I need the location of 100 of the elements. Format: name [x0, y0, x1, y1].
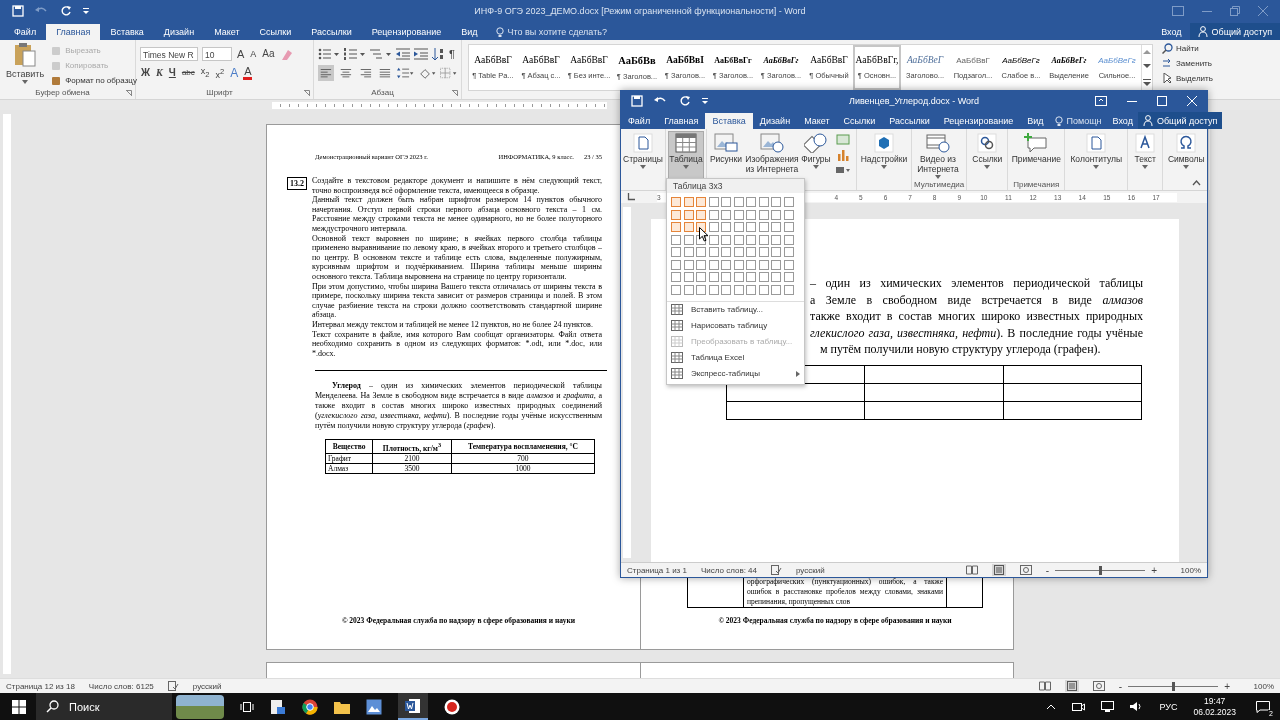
editing-button[interactable]: Выделить	[1161, 72, 1214, 85]
table-grid-cell[interactable]	[758, 234, 769, 245]
table-grid-cell[interactable]	[783, 272, 794, 282]
table-grid-cell[interactable]	[771, 234, 781, 245]
table-grid-cell[interactable]	[671, 234, 681, 245]
line-spacing-icon[interactable]	[397, 67, 415, 79]
read-mode-icon[interactable]	[965, 565, 978, 575]
proofing-icon[interactable]	[771, 565, 782, 575]
chevron-up-icon[interactable]	[1046, 703, 1057, 710]
font-button[interactable]: A	[243, 66, 253, 80]
table-grid-cell[interactable]	[708, 209, 719, 220]
share-button[interactable]: Общий доступ	[1189, 23, 1280, 40]
font-button[interactable]: A	[236, 47, 246, 61]
table-grid-cell[interactable]	[758, 222, 769, 232]
table-grid-cell[interactable]	[721, 259, 731, 270]
table-grid-cell[interactable]	[671, 259, 681, 270]
customize-caret-icon[interactable]	[701, 97, 709, 105]
ribbon-tab[interactable]: Ссылки	[836, 113, 883, 129]
ribbon-tab[interactable]: Дизайн	[752, 113, 798, 129]
menu-item[interactable]: Вставить таблицу...	[667, 301, 804, 318]
sign-in-link[interactable]: Вход	[1153, 24, 1190, 40]
tell-me-field[interactable]: Помощн	[1050, 113, 1108, 129]
table-grid-cell[interactable]	[696, 247, 706, 257]
table-grid-cell[interactable]	[783, 259, 794, 270]
ribbon-tab[interactable]: Вид	[451, 24, 488, 40]
font-button[interactable]: Ж	[140, 66, 152, 80]
ribbon-tab[interactable]: Дизайн	[153, 24, 205, 40]
ribbon-tab[interactable]: Макет	[797, 113, 837, 129]
table-grid-cell[interactable]	[696, 209, 706, 220]
table-grid-cell[interactable]	[683, 222, 694, 232]
clipboard-button[interactable]: Формат по образцу	[50, 74, 138, 87]
shading-icon[interactable]	[418, 66, 436, 80]
dialog-launcher-icon[interactable]	[452, 90, 458, 96]
table-grid-cell[interactable]	[721, 234, 731, 245]
maximize-icon[interactable]	[1157, 96, 1167, 106]
zoom-out-button[interactable]: -	[1045, 564, 1050, 576]
customize-caret-icon[interactable]	[82, 7, 90, 15]
table-grid-cell[interactable]	[733, 197, 744, 207]
font-button[interactable]: A	[229, 66, 240, 80]
table-grid-cell[interactable]	[746, 284, 756, 295]
ribbon-button[interactable]: Ссылки	[969, 131, 1006, 190]
word-count[interactable]: Число слов: 6125	[88, 681, 154, 691]
sign-in-link[interactable]: Вход	[1107, 113, 1138, 129]
table-grid-cell[interactable]	[771, 247, 781, 257]
table-grid-cell[interactable]	[708, 222, 719, 232]
restore-icon[interactable]	[1230, 6, 1240, 16]
table-grid-cell[interactable]	[683, 272, 694, 282]
network-icon[interactable]	[1101, 701, 1115, 712]
font-button[interactable]: Ч	[167, 66, 177, 80]
font-button[interactable]: A	[249, 47, 258, 61]
more-icon[interactable]	[1143, 77, 1151, 86]
table-grid-cell[interactable]	[771, 272, 781, 282]
web-layout-icon[interactable]	[1019, 565, 1032, 575]
table-grid-cell[interactable]	[683, 284, 694, 295]
ribbon-button[interactable]: Фигуры	[801, 131, 831, 190]
increase-indent-icon[interactable]	[414, 48, 428, 60]
ribbon-tab[interactable]: Рассылки	[882, 113, 937, 129]
table-grid-cell[interactable]	[746, 234, 756, 245]
windows-start-icon[interactable]	[12, 699, 26, 714]
ribbon-tab[interactable]: Макет	[204, 24, 250, 40]
table-grid-cell[interactable]	[783, 284, 794, 295]
language-indicator[interactable]: русский	[192, 681, 222, 691]
table-grid-cell[interactable]	[671, 209, 681, 220]
table-grid-cell[interactable]	[683, 197, 694, 207]
table-grid-cell[interactable]	[771, 209, 781, 220]
ribbon-tab[interactable]: Главная	[46, 24, 101, 40]
font-button[interactable]: abc	[180, 66, 196, 80]
table-grid-cell[interactable]	[758, 197, 769, 207]
ribbon-tab[interactable]: Рецензирование	[936, 113, 1021, 129]
table-grid-cell[interactable]	[671, 222, 681, 232]
ribbon-button[interactable]: Колонтитулы	[1067, 131, 1126, 190]
table-grid-cell[interactable]	[671, 272, 681, 282]
ribbon-tab[interactable]: Файл	[621, 113, 658, 129]
ribbon-button[interactable]: Надстройки	[859, 131, 909, 190]
table-grid-cell[interactable]	[771, 197, 781, 207]
table-grid-cell[interactable]	[758, 209, 769, 220]
table-grid-cell[interactable]	[783, 247, 794, 257]
font-button[interactable]: К	[155, 66, 164, 80]
table-grid-cell[interactable]	[683, 234, 694, 245]
table-grid-cell[interactable]	[721, 197, 731, 207]
redo-icon[interactable]	[60, 5, 72, 17]
landscape-picture[interactable]	[176, 694, 224, 719]
scroll-up-icon[interactable]	[1143, 49, 1151, 56]
ribbon-button[interactable]: Видео из Интернета	[914, 131, 962, 180]
table-grid-cell[interactable]	[696, 259, 706, 270]
table-grid-cell[interactable]	[771, 284, 781, 295]
show-marks-button[interactable]: ¶	[448, 47, 456, 61]
zoom-level[interactable]: 100%	[1244, 681, 1274, 691]
zoom-in-button[interactable]: +	[1151, 564, 1157, 576]
table-grid-cell[interactable]	[696, 197, 706, 207]
collapse-ribbon-icon[interactable]	[1192, 180, 1201, 186]
table-grid-cell[interactable]	[783, 222, 794, 232]
table-grid-cell[interactable]	[733, 247, 744, 257]
table-grid-cell[interactable]	[683, 247, 694, 257]
smartart-icon[interactable]	[835, 165, 851, 175]
browser-icon[interactable]	[302, 698, 318, 715]
proofing-icon[interactable]	[167, 681, 179, 691]
taskbar-search-field[interactable]: Поиск	[36, 693, 172, 720]
tab-stop-icon[interactable]	[627, 193, 635, 201]
taskbar-word-button[interactable]	[398, 693, 428, 720]
